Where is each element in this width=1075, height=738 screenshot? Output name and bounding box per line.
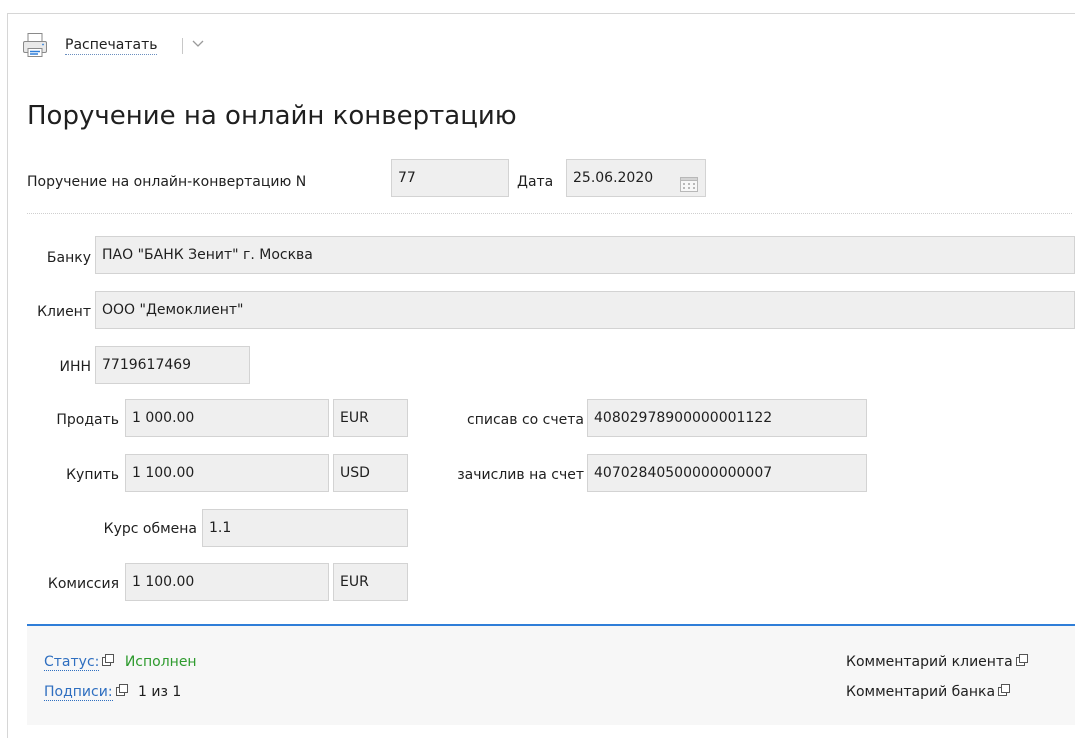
buy-currency-field[interactable]: USD [333,454,408,492]
signatures-value: 1 из 1 [138,684,182,700]
fee-currency-field[interactable]: EUR [333,563,408,601]
external-window-icon[interactable] [998,682,1011,702]
rate-field[interactable]: 1.1 [202,509,408,547]
print-button[interactable]: Распечатать [22,32,252,60]
sell-currency-field[interactable]: EUR [333,399,408,437]
status-row: Статус: Исполнен [44,652,197,672]
calendar-icon[interactable] [680,170,698,196]
printer-icon [22,32,48,62]
order-number-field[interactable]: 77 [391,159,509,197]
debit-account-label: списав со счета [467,412,584,428]
section-divider [27,213,1072,214]
bank-comment-label[interactable]: Комментарий банка [846,684,995,700]
inn-field[interactable]: 7719617469 [95,346,250,384]
bank-comment-button[interactable]: Комментарий банка [846,682,1011,702]
client-comment-label[interactable]: Комментарий клиента [846,654,1013,670]
print-label[interactable]: Распечатать [65,36,158,55]
credit-account-field[interactable]: 40702840500000000007 [587,454,867,492]
status-link[interactable]: Статус: [44,654,100,671]
fee-amount-field[interactable]: 1 100.00 [125,563,329,601]
bank-label: Банку [46,250,91,266]
signatures-link[interactable]: Подписи: [44,684,113,701]
sell-label: Продать [56,412,119,428]
date-value: 25.06.2020 [573,170,654,186]
toolbar-separator [182,38,183,54]
external-window-icon[interactable] [102,652,115,672]
signatures-row: Подписи: 1 из 1 [44,682,181,702]
status-value: Исполнен [124,654,197,670]
inn-label: ИНН [59,359,91,375]
client-comment-button[interactable]: Комментарий клиента [846,652,1028,672]
order-number-label: Поручение на онлайн-конвертацию N [27,174,307,190]
rate-label: Курс обмена [103,521,197,537]
buy-label: Купить [66,467,119,483]
client-label: Клиент [37,304,91,320]
credit-account-label: зачислив на счет [457,467,584,483]
fee-label: Комиссия [47,576,119,592]
external-window-icon[interactable] [1015,652,1028,672]
bank-field[interactable]: ПАО "БАНК Зенит" г. Москва [95,236,1075,274]
date-label: Дата [517,174,554,190]
date-field[interactable]: 25.06.2020 [566,159,706,197]
client-field[interactable]: ООО "Демоклиент" [95,291,1075,329]
sell-amount-field[interactable]: 1 000.00 [125,399,329,437]
debit-account-field[interactable]: 40802978900000001122 [587,399,867,437]
chevron-down-icon[interactable] [190,36,206,52]
external-window-icon[interactable] [115,682,128,702]
page-title: Поручение на онлайн конвертацию [27,101,517,131]
buy-amount-field[interactable]: 1 100.00 [125,454,329,492]
status-panel: Статус: Исполнен Подписи: 1 из 1 Коммент… [27,624,1075,725]
